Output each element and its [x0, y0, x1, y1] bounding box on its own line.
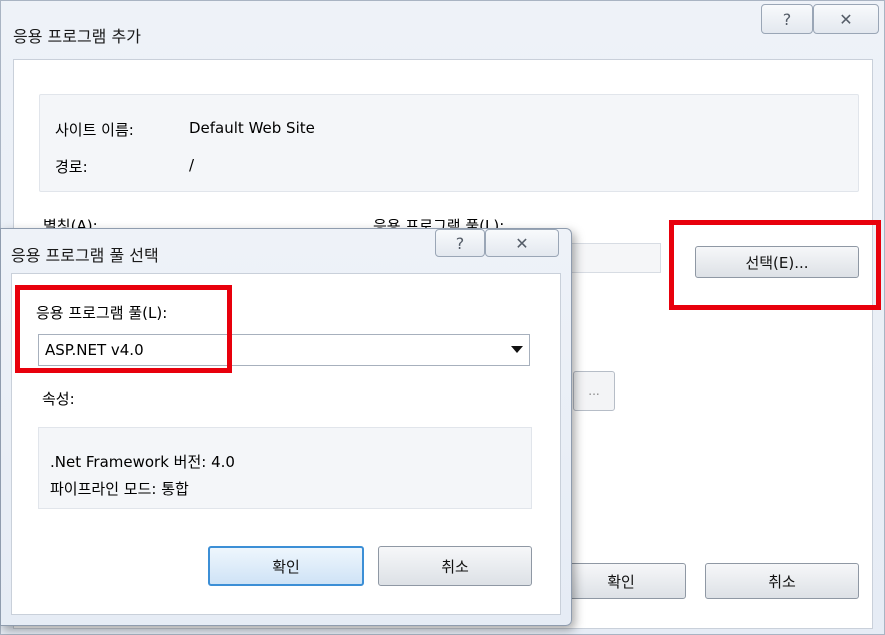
ok-button[interactable]: 확인 — [556, 563, 686, 599]
highlight-box-select — [669, 220, 881, 310]
pipeline-mode-text: 파이프라인 모드: 통합 — [50, 480, 189, 498]
help-icon[interactable]: ? — [435, 229, 485, 257]
highlight-box-pool — [15, 285, 232, 373]
browse-button[interactable]: ... — [573, 371, 615, 411]
cancel-button[interactable]: 취소 — [378, 546, 532, 586]
help-icon[interactable]: ? — [761, 4, 813, 34]
chevron-down-icon[interactable] — [511, 346, 523, 353]
help-icon-glyph: ? — [455, 233, 465, 253]
site-info-group — [39, 94, 859, 192]
close-icon-glyph: ✕ — [515, 233, 529, 253]
close-icon[interactable]: ✕ — [813, 4, 879, 34]
dialog-title: 응용 프로그램 풀 선택 — [11, 246, 159, 265]
site-name-value: Default Web Site — [189, 119, 315, 137]
path-value: / — [189, 156, 195, 174]
help-icon-glyph: ? — [782, 9, 792, 29]
framework-version-text: .Net Framework 버전: 4.0 — [50, 453, 235, 471]
site-name-label: 사이트 이름: — [55, 121, 134, 139]
cancel-button[interactable]: 취소 — [705, 563, 859, 599]
dialog-title: 응용 프로그램 추가 — [13, 27, 141, 46]
close-icon-glyph: ✕ — [839, 9, 853, 29]
path-label: 경로: — [55, 158, 88, 176]
ok-button[interactable]: 확인 — [208, 546, 364, 586]
properties-label: 속성: — [42, 390, 75, 408]
close-icon[interactable]: ✕ — [485, 229, 559, 257]
